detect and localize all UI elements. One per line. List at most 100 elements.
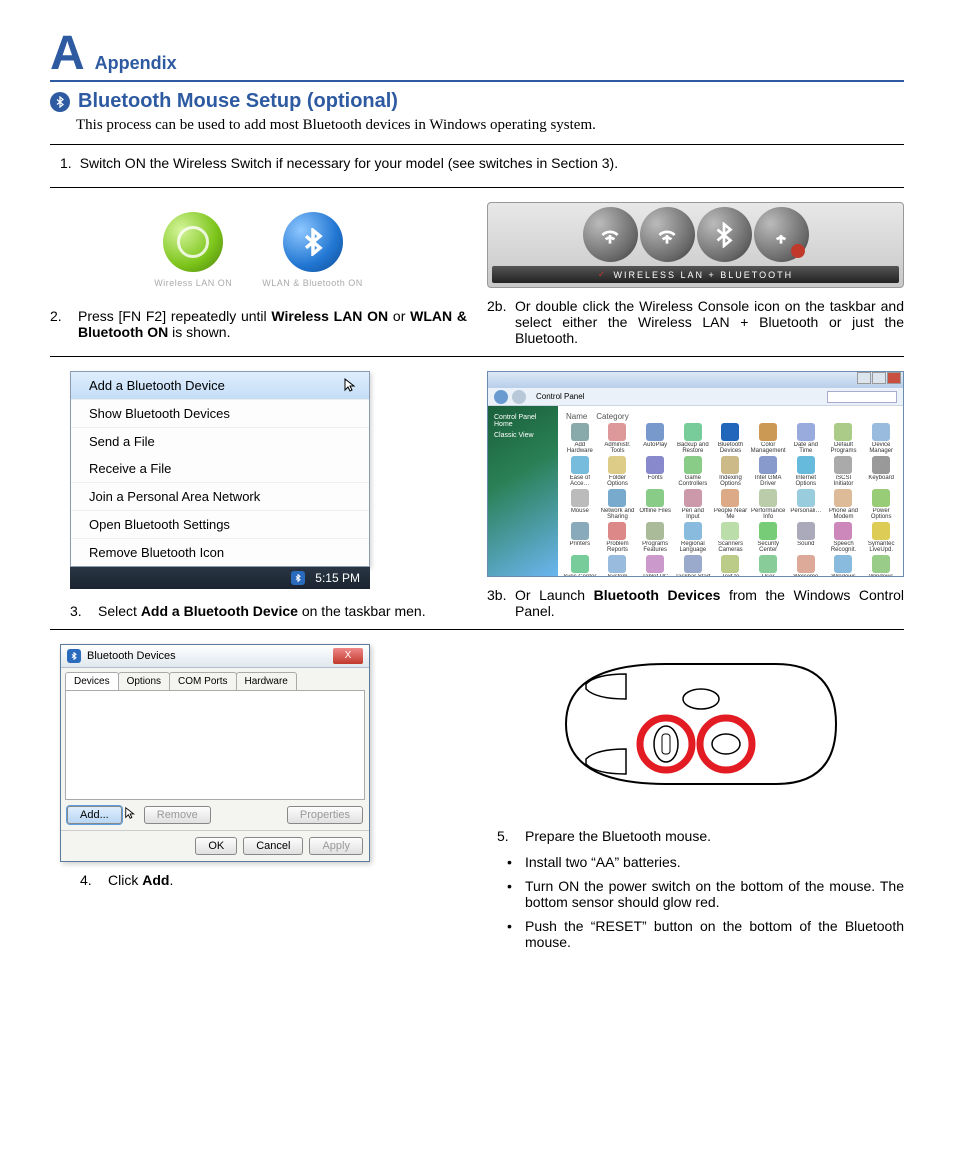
bluetooth-icon (50, 92, 70, 112)
ok-button[interactable]: OK (195, 837, 237, 855)
control-panel-item[interactable]: Internet Options (788, 456, 824, 487)
back-button[interactable] (494, 390, 508, 404)
control-panel-item[interactable]: Color Management (750, 423, 786, 454)
control-panel-item[interactable]: AutoPlay (637, 423, 673, 454)
sidebar-link-classic[interactable]: Classic View (494, 432, 552, 439)
menu-item-remove-icon[interactable]: Remove Bluetooth Icon (71, 539, 369, 566)
control-panel-item[interactable]: Security Center (750, 522, 786, 553)
menu-item-join-pan[interactable]: Join a Personal Area Network (71, 483, 369, 511)
step-text: Or double click the Wireless Console ico… (515, 298, 904, 346)
menu-item-send-file[interactable]: Send a File (71, 428, 369, 455)
control-panel-item[interactable]: Problem Reports (600, 522, 636, 553)
control-panel-item[interactable]: System (600, 555, 636, 576)
close-button[interactable]: X (333, 648, 363, 664)
control-panel-item[interactable]: Sync Center (562, 555, 598, 576)
tab-devices[interactable]: Devices (65, 672, 119, 690)
col-step3: Add a Bluetooth Device Show Bluetooth De… (50, 371, 467, 619)
control-panel-item[interactable]: Text to Speech (713, 555, 749, 576)
step-3-caption: 3. Select Add a Bluetooth Device on the … (50, 603, 467, 619)
menu-item-show-devices[interactable]: Show Bluetooth Devices (71, 400, 369, 428)
step-number: 5. (497, 828, 519, 844)
section-title: Bluetooth Mouse Setup (optional) (78, 90, 398, 113)
control-panel-item[interactable]: Keyboard (863, 456, 899, 487)
control-panel-item[interactable]: Windows CardSpace (863, 555, 899, 576)
wireless-lan-on-icon: Wireless LAN ON (154, 212, 232, 288)
appendix-header: A Appendix (50, 30, 904, 82)
control-panel-item[interactable]: Pen and Input (675, 489, 711, 520)
control-panel-item[interactable]: Indexing Options (713, 456, 749, 487)
control-panel-item[interactable]: Symantec LiveUpd. (863, 522, 899, 553)
step-text: Select Add a Bluetooth Device on the tas… (98, 603, 467, 619)
appendix-label: Appendix (95, 53, 177, 74)
control-panel-item[interactable]: Tablet PC Settings (637, 555, 673, 576)
control-panel-item[interactable]: People Near Me (713, 489, 749, 520)
apply-button[interactable]: Apply (309, 837, 363, 855)
search-box[interactable] (827, 391, 897, 403)
control-panel-item[interactable]: Printers (562, 522, 598, 553)
control-panel-item[interactable]: Taskbar Start Menu (675, 555, 711, 576)
control-panel-item[interactable]: Mouse (562, 489, 598, 520)
step-2b-caption: 2b. Or double click the Wireless Console… (487, 298, 904, 346)
step-number: 3b. (487, 587, 509, 619)
step-2-caption: 2. Press [FN F2] repeatedly until Wirele… (50, 308, 467, 340)
row-step2: Wireless LAN ON WLAN & Bluetooth ON 2. P… (50, 202, 904, 357)
step-5-caption: 5. Prepare the Bluetooth mouse. (487, 828, 904, 844)
figure-control-panel: Control Panel Control Panel Home Classic… (487, 371, 904, 577)
control-panel-item[interactable]: Network and Sharing (600, 489, 636, 520)
menu-item-add-device[interactable]: Add a Bluetooth Device (71, 372, 369, 400)
control-panel-item[interactable]: Speech Recognit. (826, 522, 862, 553)
control-panel-item[interactable]: Power Options (863, 489, 899, 520)
dialog-button-row: Add... Remove Properties (61, 800, 369, 830)
bluetooth-orb-icon (283, 212, 343, 272)
bluetooth-console-icon (697, 207, 752, 262)
control-panel-item[interactable]: Phone and Modem (826, 489, 862, 520)
control-panel-item[interactable]: Add Hardware (562, 423, 598, 454)
control-panel-item[interactable]: Device Manager (863, 423, 899, 454)
menu-item-receive-file[interactable]: Receive a File (71, 455, 369, 483)
cancel-button[interactable]: Cancel (243, 837, 303, 855)
control-panel-item[interactable]: Personali… (788, 489, 824, 520)
control-panel-item[interactable]: Welcome Center (788, 555, 824, 576)
add-button[interactable]: Add... (67, 806, 122, 824)
control-panel-item[interactable]: Fonts (637, 456, 673, 487)
forward-button[interactable] (512, 390, 526, 404)
control-panel-item[interactable]: Bluetooth Devices (713, 423, 749, 454)
minimize-button[interactable] (857, 372, 871, 384)
tab-options[interactable]: Options (118, 672, 170, 690)
col-step2b: WIRELESS LAN + BLUETOOTH 2b. Or double c… (487, 202, 904, 346)
bluetooth-context-menu[interactable]: Add a Bluetooth Device Show Bluetooth De… (70, 371, 370, 567)
figure-bluetooth-devices-dialog: Bluetooth Devices X Devices Options COM … (50, 644, 467, 862)
control-panel-item[interactable]: Game Controllers (675, 456, 711, 487)
control-panel-item[interactable]: Sound (788, 522, 824, 553)
close-button[interactable] (887, 372, 901, 384)
tab-com-ports[interactable]: COM Ports (169, 672, 236, 690)
control-panel-item[interactable]: Folder Options (600, 456, 636, 487)
control-panel-item[interactable]: Programs Features (637, 522, 673, 553)
menu-item-open-settings[interactable]: Open Bluetooth Settings (71, 511, 369, 539)
bullet-item: Push the “RESET” button on the bottom of… (515, 914, 904, 954)
step-number: 1. (60, 155, 72, 171)
control-panel-body: Control Panel Home Classic View Name Cat… (488, 406, 903, 576)
control-panel-item[interactable]: Windows Anytime (826, 555, 862, 576)
control-panel-item[interactable]: Ease of Acce… (562, 456, 598, 487)
bluetooth-tray-icon[interactable] (291, 571, 305, 585)
remove-button[interactable]: Remove (144, 806, 211, 824)
control-panel-item[interactable]: Offline Files (637, 489, 673, 520)
control-panel-item[interactable]: Regional Language (675, 522, 711, 553)
tab-hardware[interactable]: Hardware (236, 672, 297, 690)
properties-button[interactable]: Properties (287, 806, 363, 824)
control-panel-item[interactable]: Default Programs (826, 423, 862, 454)
control-panel-item[interactable]: iSCSI Initiator (826, 456, 862, 487)
bluetooth-window-icon (67, 649, 81, 663)
control-panel-item[interactable]: Administr. Tools (600, 423, 636, 454)
breadcrumb[interactable]: Control Panel (530, 392, 823, 401)
control-panel-item[interactable]: Date and Time (788, 423, 824, 454)
control-panel-item[interactable]: Performance Info (750, 489, 786, 520)
control-panel-item[interactable]: User Accounts (750, 555, 786, 576)
dialog-tabs: Devices Options COM Ports Hardware (61, 668, 369, 690)
control-panel-item[interactable]: Scanners Cameras (713, 522, 749, 553)
control-panel-item[interactable]: Backup and Restore (675, 423, 711, 454)
maximize-button[interactable] (872, 372, 886, 384)
control-panel-item[interactable]: Intel GMA Driver (750, 456, 786, 487)
sidebar-link-home[interactable]: Control Panel Home (494, 414, 552, 428)
